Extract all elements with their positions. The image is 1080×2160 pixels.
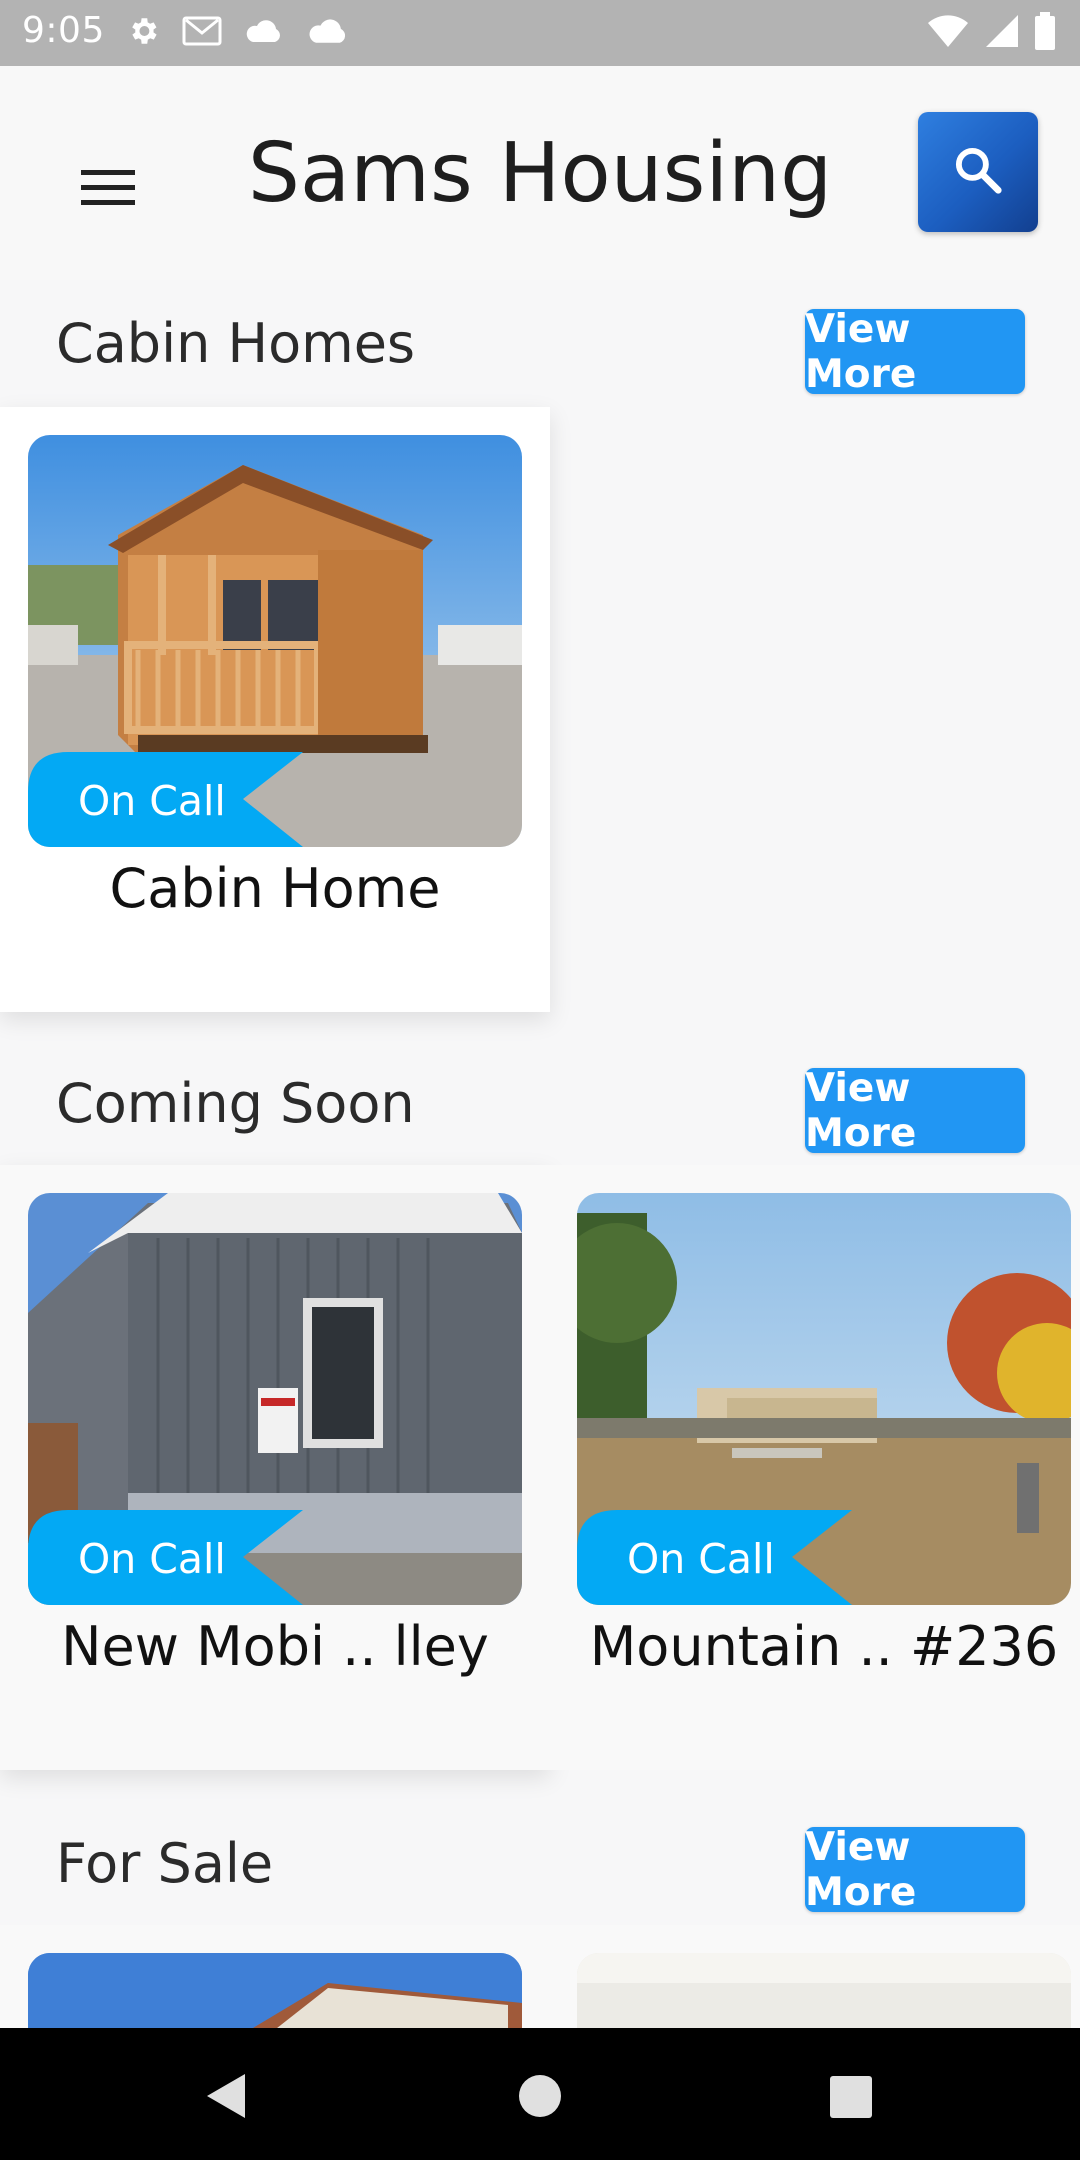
battery-icon — [1034, 12, 1056, 54]
listing-photo — [28, 1953, 522, 2028]
recents-icon[interactable] — [830, 2076, 872, 2122]
listing-photo: On Call — [577, 1193, 1071, 1605]
view-more-button[interactable]: View More — [805, 1825, 1025, 1915]
on-call-badge: On Call — [28, 752, 303, 847]
signal-icon — [984, 13, 1020, 53]
listing-card[interactable] — [550, 1925, 1080, 2028]
badge-label: On Call — [78, 777, 226, 825]
section-title-cabin-homes: Cabin Homes — [56, 312, 416, 375]
on-call-badge: On Call — [577, 1510, 852, 1605]
view-more-button[interactable]: View More — [805, 1066, 1025, 1156]
listing-photo — [577, 1953, 1071, 2028]
navigation-bar — [0, 2028, 1080, 2160]
section-title-for-sale: For Sale — [56, 1832, 274, 1895]
cloud-icon — [306, 16, 350, 50]
listing-photo: On Call — [28, 435, 522, 847]
status-time: 9:05 — [22, 10, 105, 51]
gmail-icon — [182, 15, 222, 51]
settings-icon — [126, 14, 160, 52]
listing-title: Mountain .. #236 — [589, 1615, 1059, 1678]
search-button[interactable] — [918, 112, 1038, 232]
listing-card[interactable]: On Call Mountain .. #236 — [550, 1165, 1080, 1770]
badge-label: On Call — [78, 1535, 226, 1583]
back-icon[interactable] — [203, 2072, 247, 2124]
listing-card[interactable] — [0, 1925, 550, 2028]
listing-photo: On Call — [28, 1193, 522, 1605]
for-sale-row — [0, 1925, 1080, 2028]
app-bar: Sams Housing — [0, 66, 1080, 280]
badge-label: On Call — [627, 1535, 775, 1583]
home-icon[interactable] — [518, 2074, 562, 2122]
search-icon — [951, 143, 1005, 201]
cloud-icon — [244, 17, 284, 49]
wifi-icon — [926, 13, 970, 53]
view-more-button[interactable]: View More — [805, 307, 1025, 397]
listing-title: Cabin Home — [109, 857, 441, 920]
status-bar: 9:05 — [0, 0, 1080, 66]
listing-card[interactable]: On Call New Mobi .. lley — [0, 1165, 550, 1770]
listing-card[interactable]: On Call Cabin Home — [0, 407, 550, 1012]
on-call-badge: On Call — [28, 1510, 303, 1605]
section-title-coming-soon: Coming Soon — [56, 1072, 415, 1135]
listing-title: New Mobi .. lley — [61, 1615, 489, 1678]
